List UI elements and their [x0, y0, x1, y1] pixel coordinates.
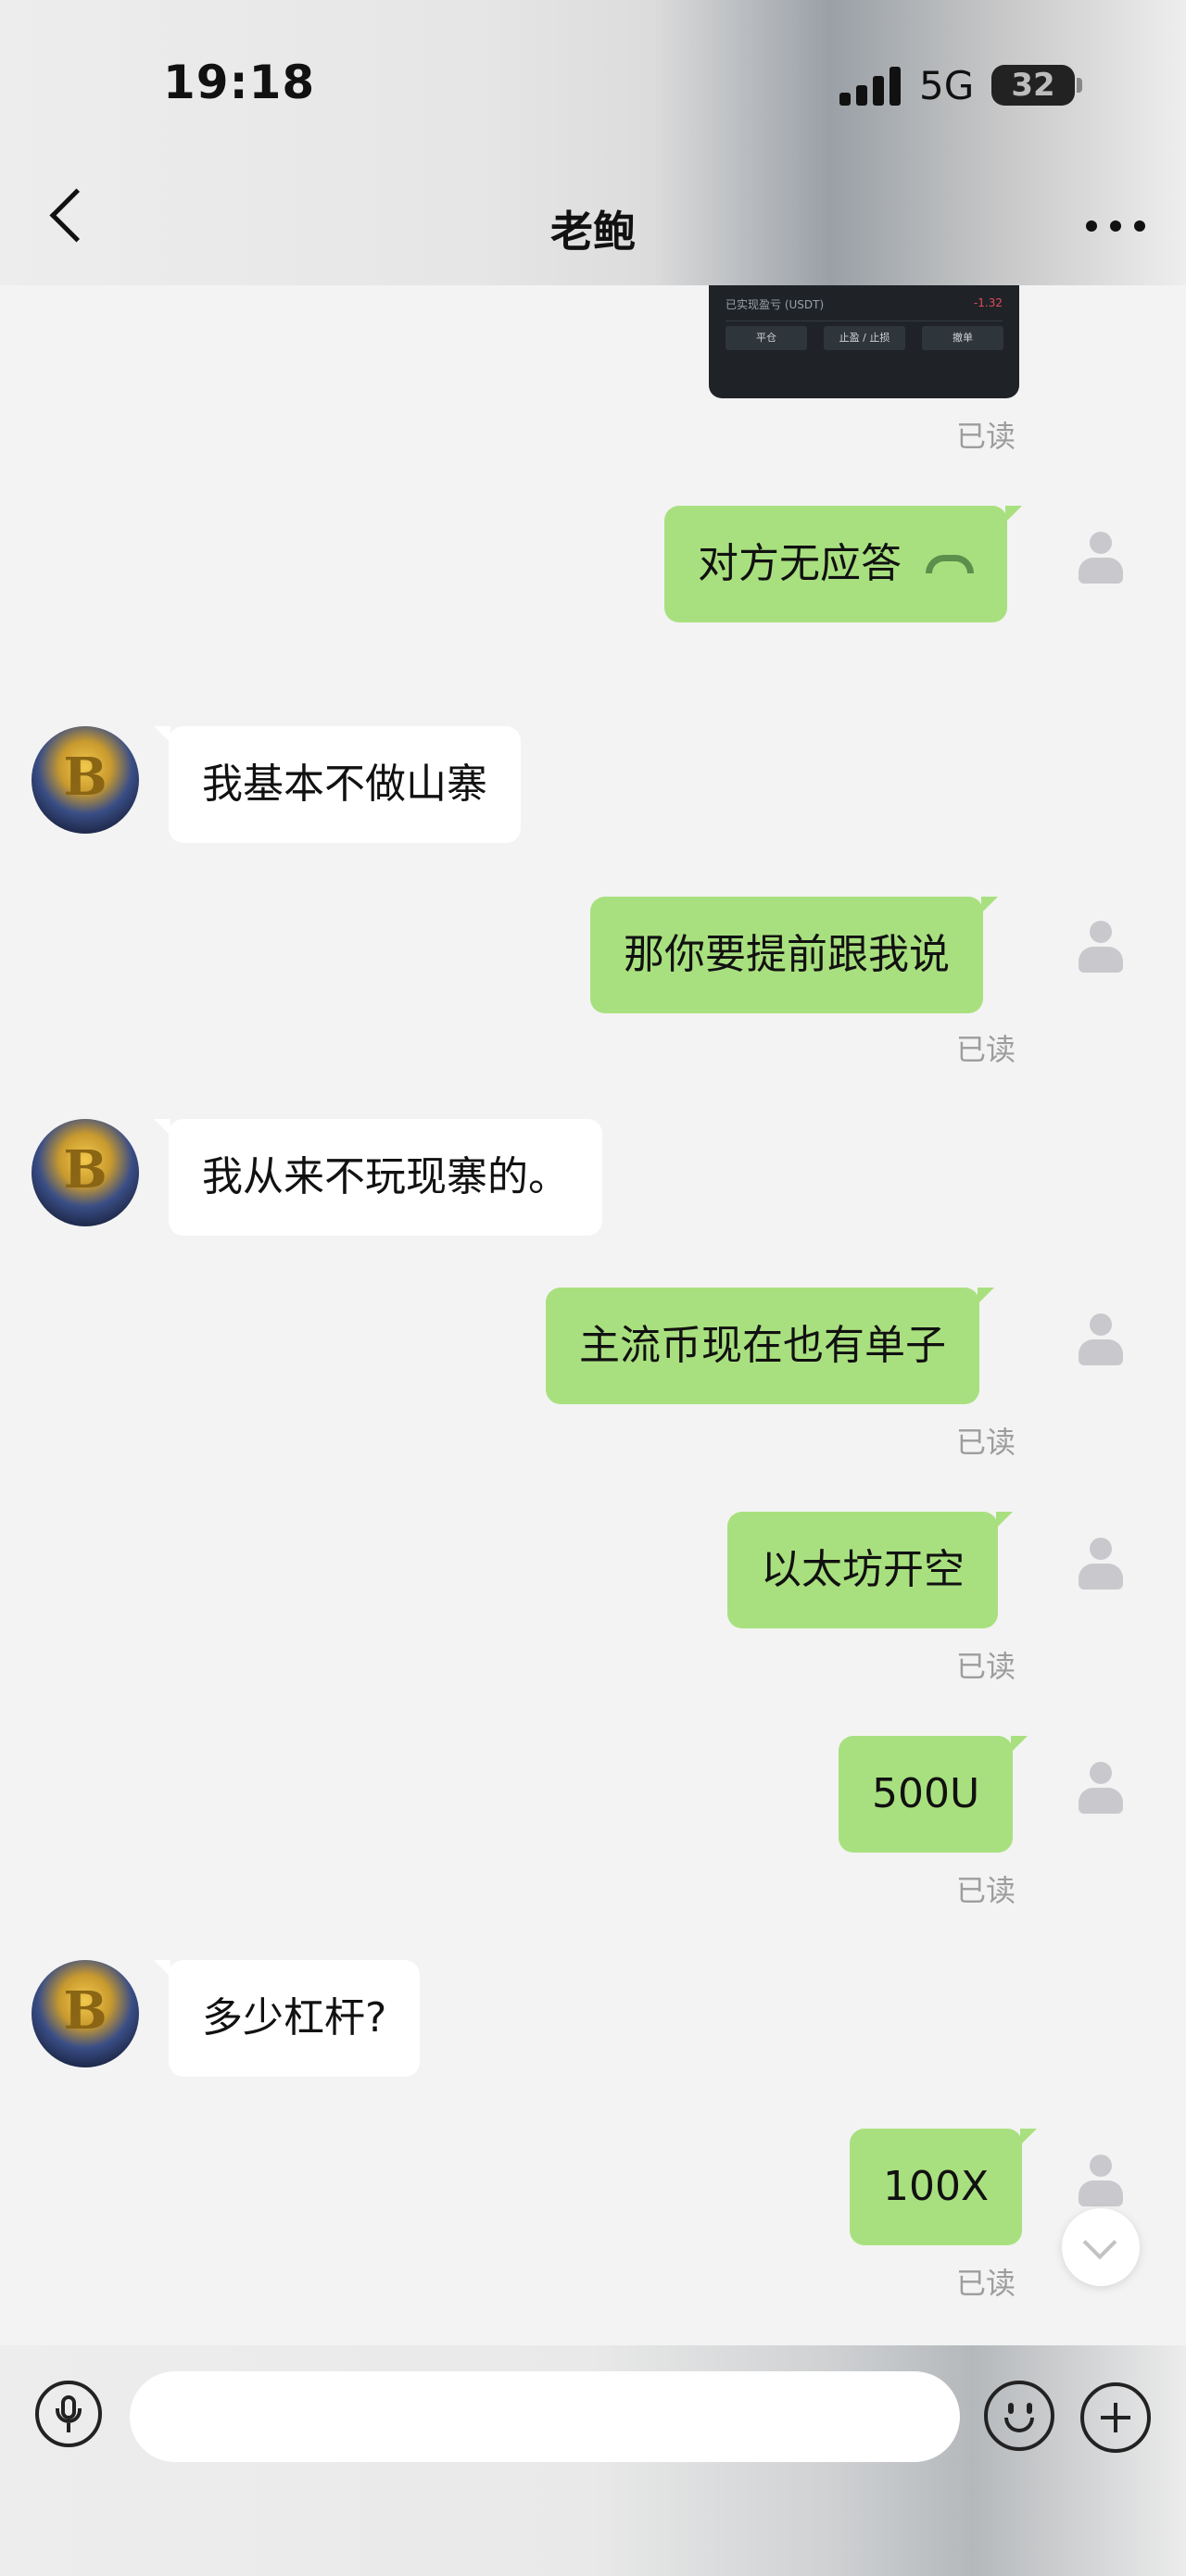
message-input[interactable]	[130, 2371, 960, 2462]
input-bar	[0, 2345, 1186, 2576]
trade-close-button: 平仓	[725, 326, 807, 350]
trade-pnl-value: -1.32	[973, 296, 1003, 309]
chat-title: 老鲍	[550, 207, 636, 257]
read-receipt: 已读	[956, 1873, 1016, 1908]
user-avatar-icon[interactable]	[1075, 1538, 1127, 1597]
chevron-down-icon	[1082, 2225, 1117, 2260]
trade-screenshot-image[interactable]: 已实现盈亏 (USDT) -1.32 平仓 止盈 / 止损 撤单	[709, 283, 1019, 398]
scroll-to-bottom-button[interactable]	[1062, 2208, 1140, 2286]
read-receipt: 已读	[956, 2266, 1016, 2301]
message-bubble[interactable]: 我从来不玩现寨的。	[154, 1119, 602, 1236]
user-avatar-icon[interactable]	[1075, 2155, 1127, 2214]
plus-icon[interactable]	[1080, 2382, 1151, 2453]
status-time: 19:18	[163, 56, 316, 109]
contact-avatar[interactable]: B	[32, 726, 139, 834]
microphone-icon[interactable]	[35, 2381, 102, 2447]
trade-tpsl-button: 止盈 / 止损	[824, 326, 905, 350]
message-text: 对方无应答	[698, 540, 902, 587]
battery-tip	[1077, 78, 1082, 93]
user-avatar-icon[interactable]	[1075, 921, 1127, 980]
user-avatar-icon[interactable]	[1075, 532, 1127, 591]
message-bubble[interactable]: 100X	[850, 2129, 1038, 2245]
message-bubble[interactable]: 主流币现在也有单子	[546, 1288, 994, 1404]
read-receipt: 已读	[956, 1425, 1016, 1460]
user-avatar-icon[interactable]	[1075, 1313, 1127, 1373]
trade-pnl-label: 已实现盈亏 (USDT)	[725, 298, 825, 311]
read-receipt: 已读	[956, 419, 1016, 454]
user-avatar-icon[interactable]	[1075, 1762, 1127, 1821]
message-bubble[interactable]: 500U	[839, 1736, 1028, 1853]
read-receipt: 已读	[956, 1649, 1016, 1684]
battery-icon: 32	[991, 65, 1075, 106]
emoji-icon[interactable]	[984, 2381, 1054, 2451]
message-bubble[interactable]: 多少杠杆?	[153, 1960, 421, 2077]
message-bubble-call[interactable]: 对方无应答	[664, 506, 1022, 622]
trade-cancel-button: 撤单	[922, 326, 1003, 350]
trade-pnl-row: 已实现盈亏 (USDT) -1.32	[725, 296, 1003, 321]
message-bubble[interactable]: 那你要提前跟我说	[590, 897, 998, 1013]
signal-icon	[839, 67, 901, 106]
phone-hangup-icon	[926, 555, 974, 573]
network-type: 5G	[919, 63, 975, 108]
top-bar: 19:18 5G 32 老鲍	[0, 0, 1186, 285]
contact-avatar[interactable]: B	[32, 1960, 139, 2067]
more-dots-icon[interactable]	[1086, 220, 1147, 232]
contact-avatar[interactable]: B	[32, 1119, 139, 1226]
message-bubble[interactable]: 我基本不做山寨	[154, 726, 521, 843]
message-bubble[interactable]: 以太坊开空	[727, 1512, 1013, 1628]
read-receipt: 已读	[956, 1032, 1016, 1067]
